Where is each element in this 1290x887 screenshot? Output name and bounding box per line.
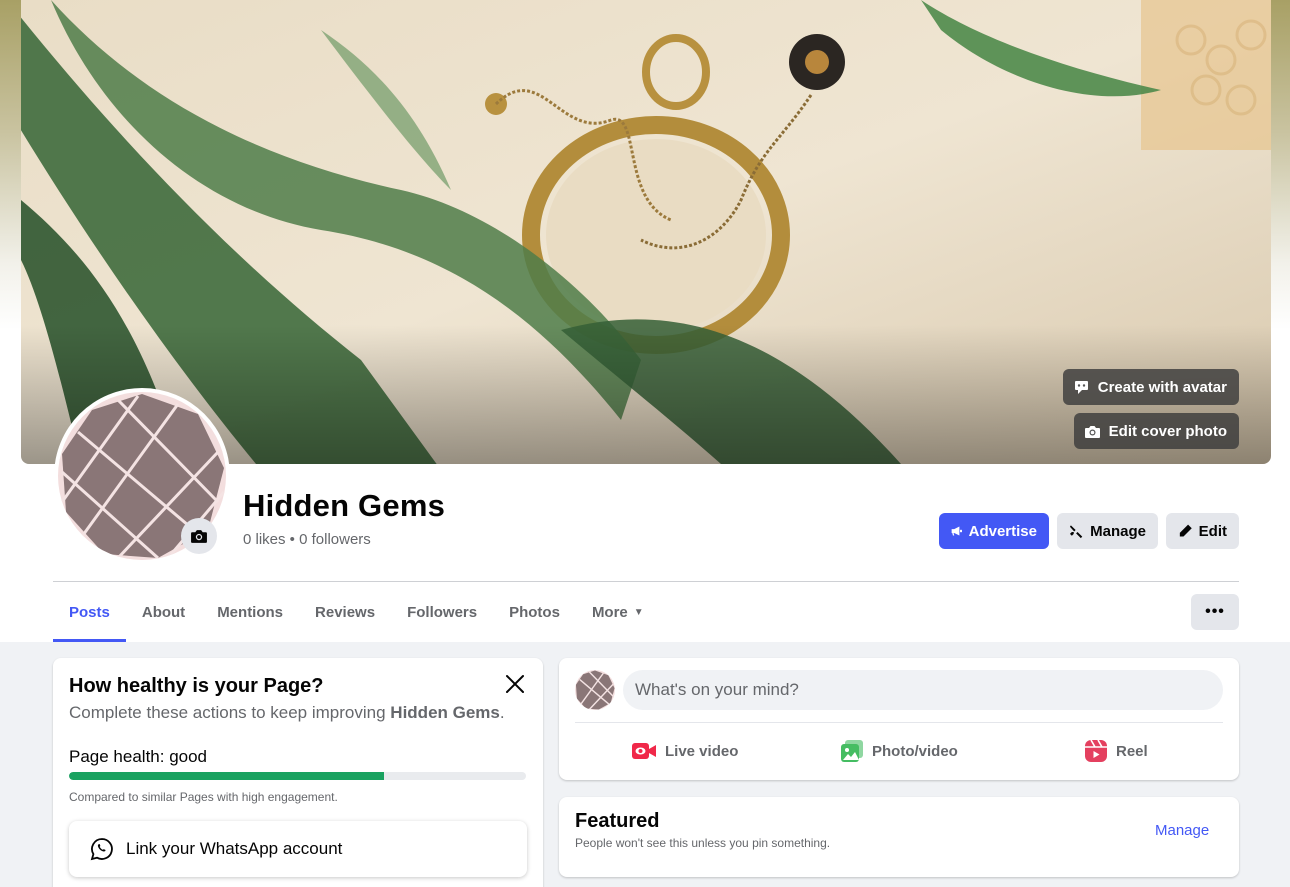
tab-more[interactable]: More ▼ [576, 582, 660, 642]
composer-input[interactable]: What's on your mind? [623, 670, 1223, 710]
edit-cover-photo-button[interactable]: Edit cover photo [1073, 413, 1239, 449]
close-icon [506, 675, 524, 693]
health-subtitle-period: . [499, 703, 505, 722]
tab-label: Reviews [315, 603, 376, 621]
photo-icon [841, 740, 863, 762]
health-progress-bar [69, 772, 526, 780]
megaphone-icon [951, 526, 962, 536]
edit-label: Edit [1198, 522, 1227, 540]
page-title: Hidden Gems [243, 488, 446, 523]
caret-down-icon: ▼ [633, 606, 644, 618]
tab-reviews[interactable]: Reviews [299, 582, 391, 642]
manage-button[interactable]: Manage [1057, 513, 1158, 549]
post-composer: What's on your mind? Live video Photo/vi… [559, 658, 1239, 780]
featured-title: Featured [575, 810, 660, 832]
featured-subtitle: People won't see this unless you pin som… [575, 836, 831, 850]
ellipsis-icon: ••• [1205, 603, 1225, 620]
health-subtitle-page-name: Hidden Gems [390, 703, 500, 722]
advertise-button[interactable]: Advertise [939, 513, 1049, 549]
health-note: Compared to similar Pages with high enga… [69, 790, 338, 804]
tab-label: About [141, 603, 186, 621]
tab-label: Followers [407, 603, 478, 621]
tools-icon [1069, 525, 1083, 539]
page-stats: 0 likes • 0 followers [243, 531, 371, 548]
whatsapp-icon [90, 838, 113, 861]
create-with-avatar-button[interactable]: Create with avatar [1062, 369, 1239, 405]
page-header: Create with avatar Edit cover photo Hidd… [0, 0, 1290, 642]
health-subtitle: Complete these actions to keep improving… [69, 703, 505, 723]
profile-picture[interactable] [54, 388, 230, 564]
create-with-avatar-label: Create with avatar [1097, 378, 1227, 396]
reel-button[interactable]: Reel [1084, 731, 1148, 771]
photo-video-label: Photo/video [872, 742, 958, 760]
tab-label: Photos [509, 603, 560, 621]
more-options-button[interactable]: ••• [1191, 594, 1239, 630]
camera-icon [191, 530, 207, 543]
camera-icon [1084, 423, 1101, 440]
whatsapp-label: Link your WhatsApp account [126, 839, 343, 858]
live-video-button[interactable]: Live video [631, 731, 738, 771]
composer-avatar[interactable] [575, 670, 615, 710]
live-video-icon [632, 743, 656, 759]
live-video-label: Live video [665, 742, 739, 760]
avatar-icon [1073, 379, 1090, 396]
composer-divider [575, 722, 1223, 723]
health-subtitle-text: Complete these actions to keep improving [69, 703, 391, 722]
photo-video-button[interactable]: Photo/video [840, 731, 958, 771]
tab-label: More [591, 603, 628, 621]
tab-followers[interactable]: Followers [391, 582, 493, 642]
pencil-icon [1179, 524, 1192, 537]
reel-label: Reel [1116, 742, 1148, 760]
close-button[interactable] [503, 672, 527, 696]
tab-about[interactable]: About [126, 582, 201, 642]
page-health-card: How healthy is your Page? Complete these… [53, 658, 543, 887]
reel-icon [1085, 739, 1107, 762]
page-tabs: Posts About Mentions Reviews Followers P… [53, 582, 660, 642]
health-title: How healthy is your Page? [69, 675, 324, 697]
featured-manage-link[interactable]: Manage [1155, 822, 1209, 839]
health-progress-fill [69, 772, 385, 780]
advertise-label: Advertise [968, 522, 1037, 540]
tab-label: Posts [69, 603, 110, 621]
tab-photos[interactable]: Photos [493, 582, 576, 642]
cover-photo[interactable]: Create with avatar Edit cover photo [21, 0, 1271, 464]
featured-card: Featured People won't see this unless yo… [559, 797, 1239, 877]
update-profile-picture-button[interactable] [181, 518, 217, 554]
manage-label: Manage [1090, 522, 1146, 540]
edit-cover-photo-label: Edit cover photo [1108, 422, 1227, 440]
link-whatsapp-button[interactable]: Link your WhatsApp account [69, 821, 527, 877]
edit-button[interactable]: Edit [1166, 513, 1239, 549]
health-status: Page health: good [69, 747, 208, 766]
tab-label: Mentions [217, 603, 284, 621]
tab-mentions[interactable]: Mentions [201, 582, 299, 642]
tab-posts[interactable]: Posts [53, 582, 126, 642]
